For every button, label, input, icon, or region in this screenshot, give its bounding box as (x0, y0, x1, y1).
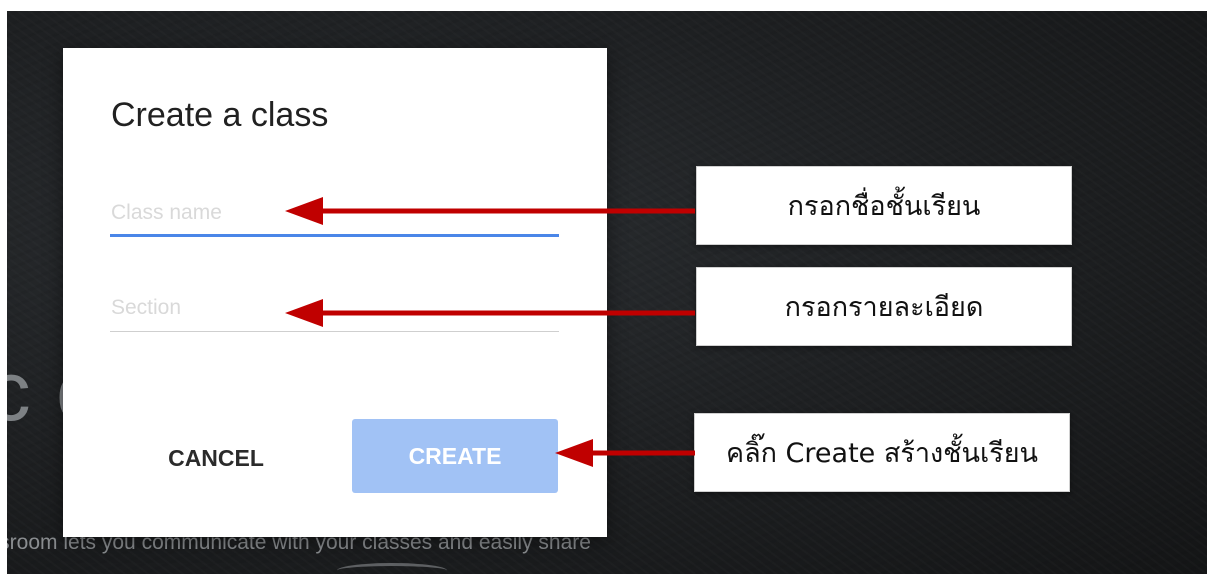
dialog-title: Create a class (111, 96, 329, 134)
annotation-class-name: กรอกชื่อชั้นเรียน (696, 166, 1072, 245)
arrow-to-class-name (285, 197, 695, 225)
cancel-button[interactable]: CANCEL (155, 428, 277, 488)
clipped-text-fragment (337, 563, 447, 574)
classroom-background: lc ooml assroom lets you communicate wit… (7, 11, 1207, 574)
arrow-to-section (285, 299, 695, 327)
class-name-underline (110, 234, 559, 237)
arrow-to-create (555, 439, 695, 467)
annotation-create: คลิ๊ก Create สร้างชั้นเรียน (694, 413, 1070, 492)
annotation-section: กรอกรายละเอียด (696, 267, 1072, 346)
create-button[interactable]: CREATE (352, 419, 558, 493)
